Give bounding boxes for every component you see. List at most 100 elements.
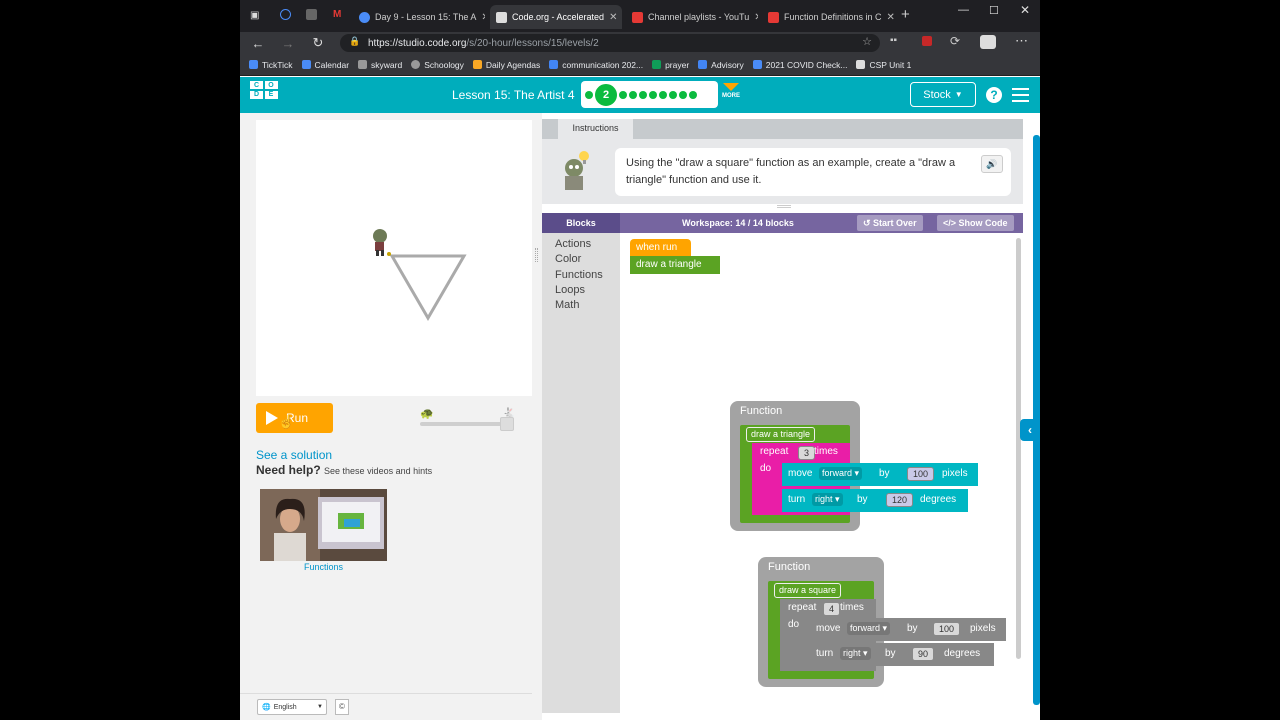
direction-dropdown[interactable]: right ▾ (812, 493, 843, 506)
run-button[interactable]: Run ☝ (256, 403, 333, 433)
collapse-panel-icon[interactable]: ‹ (1020, 419, 1040, 441)
category-loops[interactable]: Loops (542, 283, 620, 298)
move-block[interactable]: move forward ▾ by 100 pixels (810, 618, 1006, 641)
blockly-workspace[interactable]: when run draw a triangle Function draw a… (620, 233, 1023, 713)
tab-functions[interactable]: Function Definitions in C ✕ (762, 5, 894, 29)
category-math[interactable]: Math (542, 298, 620, 313)
bookmark-label: prayer (665, 59, 690, 70)
forward-icon[interactable]: → (274, 36, 302, 51)
tab-actions-icon[interactable]: ▣ (250, 10, 259, 21)
level-dot[interactable] (585, 90, 593, 99)
language-select[interactable]: 🌐 English ▼ (257, 699, 327, 715)
speed-slider[interactable] (420, 417, 514, 431)
bookmark-item[interactable]: Daily Agendas (472, 60, 540, 70)
extensions-puzzle-icon[interactable]: ⟳ (950, 34, 960, 48)
level-dot[interactable] (659, 90, 667, 99)
hamburger-menu-icon[interactable] (1012, 88, 1029, 106)
degrees-label: degrees (920, 494, 957, 505)
drawn-triangle (389, 254, 467, 321)
bookmark-item[interactable]: Schoology (411, 60, 464, 70)
show-code-button[interactable]: </> Show Code (937, 215, 1014, 231)
turn-label: turn (788, 494, 806, 505)
extension-icon[interactable]: ▪▪ (890, 35, 897, 46)
more-label: MORE (722, 93, 740, 99)
tab-label: Function Definitions in C (784, 12, 882, 22)
stock-dropdown[interactable]: Stock ▼ (910, 82, 976, 107)
bookmark-item[interactable]: TickTick (249, 60, 293, 70)
current-level-bubble[interactable]: 2 (595, 83, 617, 106)
bookmark-item[interactable]: CSP Unit 1 (856, 60, 911, 70)
slider-knob[interactable] (500, 417, 514, 431)
level-dot[interactable] (619, 90, 627, 99)
favorite-star-icon[interactable]: ☆ (862, 35, 872, 48)
copyright-button[interactable]: © (335, 699, 349, 715)
function-name-field[interactable]: draw a triangle (746, 427, 816, 442)
category-functions[interactable]: Functions (542, 268, 620, 283)
start-over-button[interactable]: ↺ Start Over (857, 215, 923, 231)
video-thumbnail-image (260, 489, 387, 561)
move-amount[interactable]: 100 (907, 467, 935, 481)
codeorg-logo[interactable]: C O D E (250, 81, 278, 109)
reload-icon[interactable]: ↻ (304, 35, 332, 51)
direction-dropdown[interactable]: forward ▾ (847, 622, 891, 635)
panel-resizer[interactable] (535, 248, 538, 262)
see-solution-link[interactable]: See a solution (256, 448, 332, 462)
maximize-icon[interactable]: ☐ (989, 4, 999, 17)
close-icon[interactable]: ✕ (481, 12, 485, 23)
level-dot[interactable] (649, 90, 657, 99)
close-icon[interactable]: ✕ (609, 12, 617, 23)
workspace-scrollbar[interactable] (1016, 238, 1021, 659)
call-draw-triangle-block[interactable]: draw a triangle (630, 256, 720, 274)
category-actions[interactable]: Actions (542, 237, 620, 252)
tab-lesson[interactable]: Day 9 - Lesson 15: The A ✕ (353, 5, 485, 29)
bookmark-item[interactable]: Advisory (698, 60, 744, 70)
level-dot[interactable] (639, 90, 647, 99)
window-close-icon[interactable]: ✕ (1020, 3, 1030, 17)
direction-dropdown[interactable]: forward ▾ (819, 467, 863, 480)
tab-youtube[interactable]: Channel playlists - YouTu ✕ (626, 5, 758, 29)
turn-block[interactable]: turn right ▾ by 120 degrees (782, 489, 968, 512)
minimize-icon[interactable]: — (958, 4, 969, 16)
help-icon[interactable]: ? (986, 87, 1002, 103)
more-levels-button[interactable]: MORE (722, 83, 740, 99)
bookmark-item[interactable]: Calendar (301, 60, 349, 70)
move-amount[interactable]: 100 (933, 622, 961, 636)
video-thumbnail[interactable] (260, 489, 387, 561)
bookmark-item[interactable]: skyward (358, 60, 402, 70)
menu-dots-icon[interactable]: ⋯ (1015, 33, 1028, 49)
turn-amount[interactable]: 90 (912, 647, 935, 661)
repeat-count[interactable]: 3 (798, 446, 816, 460)
when-run-block[interactable]: when run (630, 239, 691, 256)
level-dot[interactable] (679, 90, 687, 99)
bookmark-item[interactable]: communication 202... (549, 60, 643, 70)
url-field[interactable]: 🔒 https://studio.code.org/s/20-hour/less… (340, 34, 880, 52)
pinned-tab-ticktick[interactable] (280, 9, 291, 20)
level-dot[interactable] (629, 90, 637, 99)
lesson-title[interactable]: Lesson 15: The Artist 4 (452, 88, 575, 102)
docs-icon (549, 60, 559, 69)
ublock-icon[interactable] (922, 36, 932, 46)
video-label[interactable]: Functions (260, 562, 387, 572)
level-dot[interactable] (689, 90, 697, 99)
turn-amount[interactable]: 120 (886, 493, 914, 507)
profile-avatar[interactable] (980, 35, 996, 49)
move-block[interactable]: move forward ▾ by 100 pixels (782, 463, 978, 486)
pinned-tab-skyward[interactable] (306, 9, 317, 20)
pinned-tab-gmail[interactable]: M (333, 9, 341, 20)
close-icon[interactable]: ✕ (754, 12, 758, 23)
bookmark-item[interactable]: prayer (652, 60, 689, 70)
direction-dropdown[interactable]: right ▾ (840, 647, 871, 660)
level-dot[interactable] (669, 90, 677, 99)
close-icon[interactable]: ✕ (887, 12, 894, 23)
new-tab-icon[interactable]: + (901, 6, 910, 23)
resize-handle[interactable] (777, 205, 791, 208)
tab-codeorg[interactable]: Code.org - Accelerated ✕ (490, 5, 622, 29)
function-name-field[interactable]: draw a square (774, 583, 842, 598)
tab-instructions[interactable]: Instructions (558, 119, 633, 139)
back-icon[interactable]: ← (244, 36, 272, 51)
bookmark-item[interactable]: 2021 COVID Check... (752, 60, 847, 70)
category-color[interactable]: Color (542, 252, 620, 267)
turn-block[interactable]: turn right ▾ by 90 degrees (810, 643, 994, 666)
text-to-speech-icon[interactable]: 🔊 (981, 155, 1003, 173)
repeat-count[interactable]: 4 (823, 602, 841, 616)
